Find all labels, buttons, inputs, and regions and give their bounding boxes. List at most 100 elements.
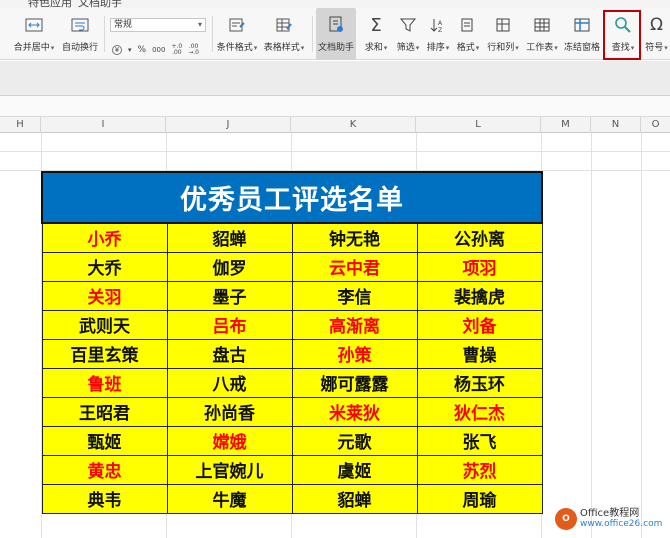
wrap-text-button[interactable]: 自动换行 (60, 8, 100, 60)
table-row: 鲁班 八戒 娜可露露 杨玉环 (41, 367, 543, 398)
table-row: 王昭君 孙尚香 米莱狄 狄仁杰 (41, 396, 543, 427)
merge-center-label: 合并居中 (13, 43, 50, 53)
column-header-j[interactable]: J (166, 117, 291, 133)
name-cell[interactable]: 李信 (291, 280, 418, 311)
filter-button[interactable]: 筛选▾ (394, 8, 422, 60)
doc-assistant-icon (327, 16, 345, 34)
name-cell[interactable]: 甄姬 (41, 425, 168, 456)
symbol-button[interactable]: Ω 符号▾ (643, 8, 670, 60)
sum-label: 求和 (364, 43, 383, 53)
menu-strip: 特色应用 文档助手 (0, 0, 670, 8)
format-button[interactable]: 格式▾ (454, 8, 482, 60)
freeze-panes-icon (574, 16, 590, 34)
name-cell[interactable]: 嫦娥 (166, 425, 293, 456)
doc-assistant-button[interactable]: 文档助手 (316, 8, 356, 60)
gridline (0, 151, 670, 152)
watermark-title: Office教程网 (580, 508, 640, 519)
employee-table: 优秀员工评选名单 小乔 貂蝉 钟无艳 公孙离 大乔 伽罗 云中君 项羽 关羽 墨子 李信 裴擒虎 武则天… (41, 171, 543, 514)
column-header-m[interactable]: M (541, 117, 591, 133)
table-style-label: 表格样式 (263, 43, 300, 53)
name-cell[interactable]: 关羽 (41, 280, 168, 311)
name-cell[interactable]: 元歌 (291, 425, 418, 456)
column-header-o[interactable]: O (641, 117, 670, 133)
svg-text:A: A (438, 20, 443, 27)
gridline (641, 133, 642, 538)
name-cell[interactable]: 上官婉儿 (166, 454, 293, 485)
name-cell[interactable]: 八戒 (166, 367, 293, 398)
name-cell[interactable]: 牛魔 (166, 483, 293, 514)
column-header-n[interactable]: N (591, 117, 641, 133)
name-cell[interactable]: 虞姬 (291, 454, 418, 485)
name-cell[interactable]: 周瑜 (416, 483, 543, 514)
filter-icon (400, 16, 416, 34)
symbol-label: 符号 (645, 43, 664, 53)
column-header-i[interactable]: I (41, 117, 166, 133)
name-cell[interactable]: 墨子 (166, 280, 293, 311)
name-cell[interactable]: 百里玄策 (41, 338, 168, 369)
toolbar-gray-band (0, 61, 670, 95)
name-cell[interactable]: 伽罗 (166, 251, 293, 282)
formula-bar-area (0, 96, 670, 116)
column-header-h[interactable]: H (0, 117, 41, 133)
name-cell[interactable]: 曹操 (416, 338, 543, 369)
number-format-value: 常规 (114, 20, 133, 30)
format-icon (460, 16, 476, 34)
name-cell[interactable]: 钟无艳 (291, 222, 418, 253)
name-cell[interactable]: 杨玉环 (416, 367, 543, 398)
column-header-k[interactable]: K (291, 117, 416, 133)
name-cell[interactable]: 王昭君 (41, 396, 168, 427)
currency-icon[interactable]: ¥ (112, 45, 122, 55)
name-cell[interactable]: 米莱狄 (291, 396, 418, 427)
name-cell[interactable]: 刘备 (416, 309, 543, 340)
name-cell[interactable]: 吕布 (166, 309, 293, 340)
name-cell[interactable]: 张飞 (416, 425, 543, 456)
thousands-button[interactable]: 000 (152, 46, 165, 54)
name-cell[interactable]: 狄仁杰 (416, 396, 543, 427)
name-cell[interactable]: 孙尚香 (166, 396, 293, 427)
name-cell[interactable]: 大乔 (41, 251, 168, 282)
table-row: 武则天 吕布 高渐离 刘备 (41, 309, 543, 340)
chevron-down-icon: ▾ (197, 20, 202, 29)
column-header-l[interactable]: L (416, 117, 541, 133)
name-cell[interactable]: 貂蝉 (166, 222, 293, 253)
name-cell[interactable]: 苏烈 (416, 454, 543, 485)
name-cell[interactable]: 公孙离 (416, 222, 543, 253)
name-cell[interactable]: 黄忠 (41, 454, 168, 485)
decrease-decimal-icon[interactable]: .00 →.0 (188, 44, 199, 56)
name-cell[interactable]: 盘古 (166, 338, 293, 369)
name-cell[interactable]: 孙策 (291, 338, 418, 369)
chevron-down-icon[interactable]: ▾ (128, 46, 132, 54)
menu-item-features[interactable]: 特色应用 (28, 0, 72, 8)
table-title[interactable]: 优秀员工评选名单 (41, 171, 543, 224)
name-cell[interactable]: 小乔 (41, 222, 168, 253)
name-cell[interactable]: 武则天 (41, 309, 168, 340)
name-cell[interactable]: 娜可露露 (291, 367, 418, 398)
name-cell[interactable]: 典韦 (41, 483, 168, 514)
name-cell[interactable]: 裴擒虎 (416, 280, 543, 311)
row-col-button[interactable]: 行和列▾ (486, 8, 520, 60)
name-cell[interactable]: 貂蝉 (291, 483, 418, 514)
format-label: 格式 (456, 43, 475, 53)
wrap-text-icon (71, 16, 89, 34)
conditional-format-button[interactable]: 条件格式▾ (216, 8, 258, 60)
table-row: 甄姬 嫦娥 元歌 张飞 (41, 425, 543, 456)
name-cell[interactable]: 鲁班 (41, 367, 168, 398)
name-cell[interactable]: 项羽 (416, 251, 543, 282)
percent-button[interactable]: % (138, 45, 147, 55)
row-column-icon (495, 16, 511, 34)
sum-button[interactable]: Σ 求和▾ (362, 8, 390, 60)
worksheet-button[interactable]: 工作表▾ (524, 8, 560, 60)
svg-text:Z: Z (438, 27, 442, 33)
table-style-button[interactable]: 表格样式▾ (262, 8, 306, 60)
ribbon-separator (104, 16, 105, 52)
name-cell[interactable]: 高渐离 (291, 309, 418, 340)
merge-center-button[interactable]: 合并居中▾ (12, 8, 56, 60)
menu-item-doc-assistant[interactable]: 文档助手 (78, 0, 122, 8)
increase-decimal-icon[interactable]: +.0.00 (171, 44, 182, 56)
merge-cells-icon (25, 16, 43, 34)
name-cell[interactable]: 云中君 (291, 251, 418, 282)
number-format-select[interactable]: 常规 ▾ (110, 18, 206, 32)
row-col-label: 行和列 (487, 43, 515, 53)
freeze-panes-button[interactable]: 冻结窗格 (563, 8, 601, 60)
sort-button[interactable]: AZ 排序▾ (424, 8, 452, 60)
